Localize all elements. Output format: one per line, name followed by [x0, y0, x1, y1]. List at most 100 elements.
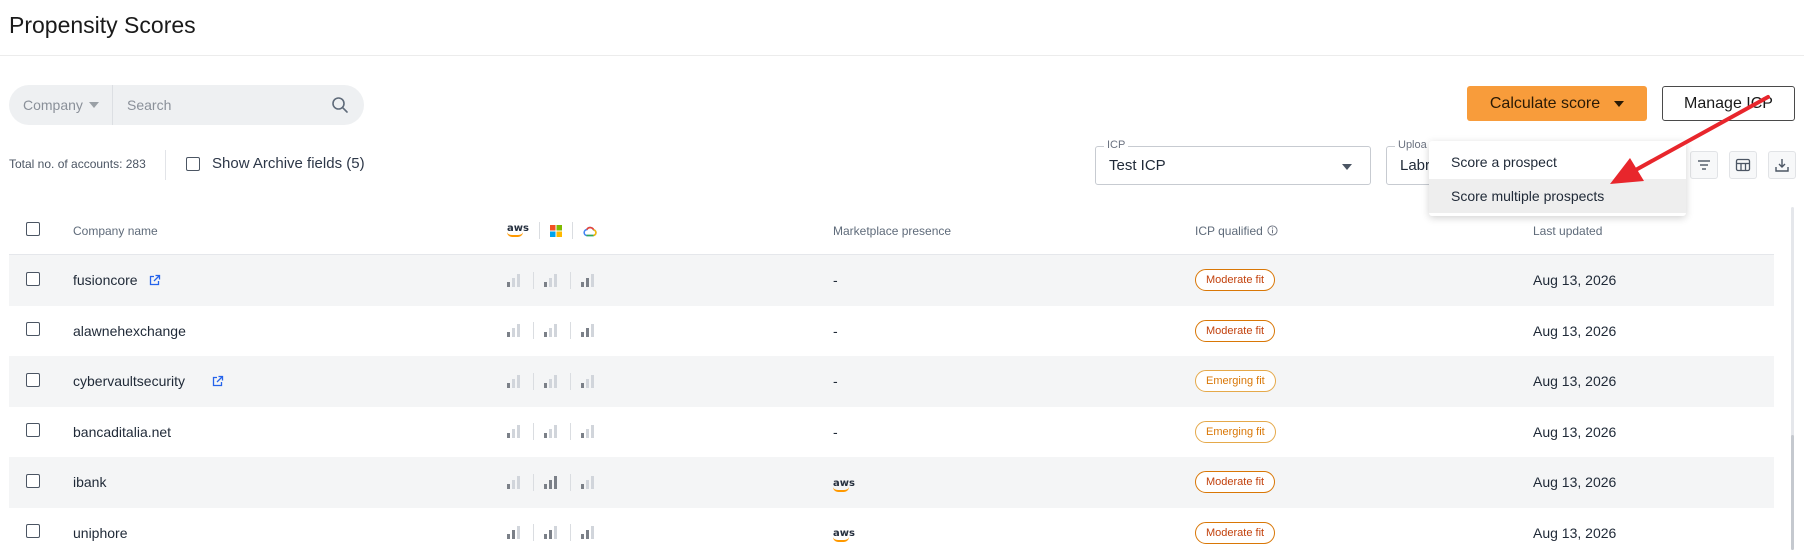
columns-button[interactable]: [1729, 151, 1757, 179]
search-scope-select[interactable]: Company: [9, 85, 113, 125]
select-all-checkbox[interactable]: [26, 222, 40, 236]
company-name[interactable]: bancaditalia.net: [73, 424, 171, 440]
cloud-provider-headers: aws: [507, 222, 833, 239]
table-columns-icon: [1735, 158, 1751, 172]
search-bar: Company: [9, 85, 364, 125]
icp-select[interactable]: ICP Test ICP: [1095, 139, 1371, 185]
signal-strength-icon: [581, 475, 597, 489]
marketplace-value: -: [833, 322, 838, 339]
page-title: Propensity Scores: [9, 12, 196, 38]
last-updated: Aug 13, 2026: [1533, 272, 1617, 289]
company-name[interactable]: alawnehexchange: [73, 323, 186, 339]
row-checkbox[interactable]: [26, 372, 40, 387]
search-input[interactable]: [113, 85, 330, 125]
marketplace-value: -: [833, 423, 838, 440]
row-checkbox[interactable]: [26, 524, 40, 539]
fit-badge: Moderate fit: [1195, 319, 1276, 342]
row-checkbox[interactable]: [26, 473, 40, 488]
marketplace-value: -: [833, 373, 838, 390]
company-name[interactable]: fusioncore: [73, 272, 138, 288]
marketplace-value: -: [833, 272, 838, 289]
last-updated: Aug 13, 2026: [1533, 373, 1617, 390]
fit-badge: Moderate fit: [1195, 521, 1276, 544]
column-last-updated[interactable]: Last updated: [1533, 224, 1602, 238]
signal-strength-icon: [544, 374, 560, 388]
upload-select-label: Uploa: [1395, 139, 1430, 151]
search-scope-label: Company: [23, 97, 83, 113]
row-checkbox[interactable]: [26, 322, 40, 337]
last-updated: Aug 13, 2026: [1533, 423, 1617, 440]
caret-down-icon: [1614, 100, 1625, 107]
signal-strength-icon: [507, 324, 523, 338]
column-marketplace[interactable]: Marketplace presence: [833, 224, 951, 238]
download-button[interactable]: [1768, 151, 1796, 179]
signal-strength-icon: [544, 273, 560, 287]
download-icon: [1775, 159, 1789, 172]
header-divider: [0, 55, 1804, 56]
manage-icp-button[interactable]: Manage ICP: [1662, 86, 1795, 121]
signal-strength-icon: [507, 475, 523, 489]
aws-icon: aws: [833, 478, 855, 492]
table-row[interactable]: uniphore aws Moderate fit Aug 13, 2026: [9, 508, 1774, 550]
scrollbar-thumb[interactable]: [1791, 435, 1794, 550]
signal-strength-icon: [544, 425, 560, 439]
show-archive-toggle[interactable]: Show Archive fields (5): [186, 155, 365, 172]
calculate-score-menu: Score a prospect Score multiple prospect…: [1429, 141, 1686, 216]
scrollbar[interactable]: [1791, 207, 1794, 550]
signal-strength-icon: [581, 273, 597, 287]
external-link-icon[interactable]: [211, 375, 224, 388]
column-company-name[interactable]: Company name: [73, 224, 158, 238]
caret-down-icon: [1342, 164, 1352, 170]
external-link-icon[interactable]: [148, 274, 161, 287]
last-updated: Aug 13, 2026: [1533, 524, 1617, 541]
table-row[interactable]: bancaditalia.net - Emerging fit Aug 13, …: [9, 407, 1774, 458]
last-updated: Aug 13, 2026: [1533, 474, 1617, 491]
signal-strength-icon: [507, 425, 523, 439]
signal-strength-icon: [581, 526, 597, 540]
row-checkbox[interactable]: [26, 271, 40, 286]
icp-select-label: ICP: [1104, 139, 1129, 151]
aws-icon: aws: [833, 529, 855, 543]
calculate-score-button[interactable]: Calculate score: [1467, 86, 1647, 121]
cloud-signals: [507, 524, 597, 542]
table-body: fusioncore - Moderate fit Aug 13, 2026 a…: [9, 255, 1774, 550]
signal-strength-icon: [544, 475, 560, 489]
company-name[interactable]: ibank: [73, 474, 106, 490]
total-accounts: Total no. of accounts: 283: [9, 157, 146, 171]
signal-strength-icon: [581, 324, 597, 338]
column-icp-qualified[interactable]: ICP qualified: [1195, 224, 1263, 238]
signal-strength-icon: [581, 374, 597, 388]
manage-icp-label: Manage ICP: [1684, 94, 1773, 112]
divider: [165, 150, 166, 180]
signal-strength-icon: [507, 273, 523, 287]
icp-select-value: Test ICP: [1109, 157, 1166, 174]
cloud-signals: [507, 372, 597, 390]
cloud-signals: [507, 271, 597, 289]
company-name[interactable]: cybervaultsecurity: [73, 373, 185, 389]
fit-badge: Emerging fit: [1195, 370, 1276, 393]
menu-item-score-multiple[interactable]: Score multiple prospects: [1429, 179, 1686, 213]
fit-badge: Emerging fit: [1195, 420, 1276, 443]
table-row[interactable]: fusioncore - Moderate fit Aug 13, 2026: [9, 255, 1774, 306]
microsoft-icon: [549, 224, 562, 237]
archive-label: Show Archive fields (5): [212, 155, 365, 172]
signal-strength-icon: [507, 374, 523, 388]
archive-checkbox[interactable]: [186, 156, 200, 171]
table-row[interactable]: alawnehexchange - Moderate fit Aug 13, 2…: [9, 306, 1774, 357]
table-row[interactable]: cybervaultsecurity - Emerging fit Aug 13…: [9, 356, 1774, 407]
fit-badge: Moderate fit: [1195, 269, 1276, 292]
accounts-table: Company name aws Marketplace presence IC…: [9, 207, 1774, 550]
filter-button[interactable]: [1690, 151, 1718, 179]
caret-down-icon: [88, 102, 99, 108]
cloud-signals: [507, 473, 597, 491]
fit-badge: Moderate fit: [1195, 471, 1276, 494]
table-row[interactable]: ibank aws Moderate fit Aug 13, 2026: [9, 457, 1774, 508]
search-icon[interactable]: [330, 95, 350, 115]
info-icon[interactable]: [1267, 225, 1278, 236]
row-checkbox[interactable]: [26, 423, 40, 438]
signal-strength-icon: [581, 425, 597, 439]
calculate-score-label: Calculate score: [1489, 94, 1601, 112]
company-name[interactable]: uniphore: [73, 525, 128, 541]
menu-item-score-prospect[interactable]: Score a prospect: [1429, 145, 1686, 179]
cloud-signals: [507, 423, 597, 441]
